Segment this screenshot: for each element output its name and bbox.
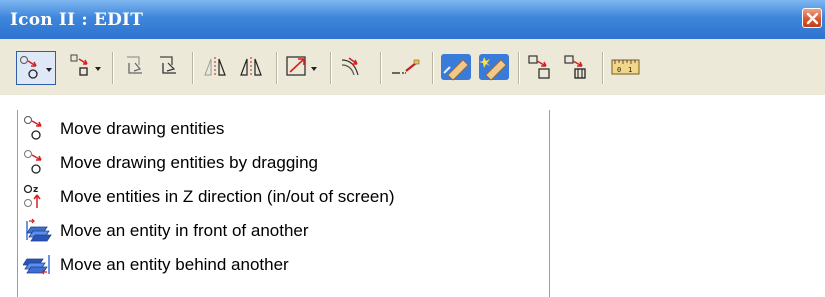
trim-button[interactable] (386, 51, 426, 85)
rotate-right-button[interactable] (152, 51, 186, 85)
edit-window: Icon II : EDIT 0 1 Move drawing entities… (0, 0, 825, 297)
menu-item-label: Move drawing entities (60, 119, 225, 138)
mirror-button[interactable] (198, 51, 234, 85)
toolbar-separator (330, 52, 332, 84)
toolbar-separator (112, 52, 114, 84)
menu-item-move-by-dragging[interactable]: Move drawing entities by dragging (18, 146, 549, 180)
offset-icon (341, 57, 359, 76)
offset-button[interactable] (336, 51, 372, 85)
move-entities-icon (20, 56, 52, 79)
rotate-left-icon (127, 56, 142, 74)
close-icon (806, 12, 819, 25)
explode-icon (564, 55, 586, 79)
menu-item-bring-to-front[interactable]: Move an entity in front of another (18, 214, 549, 248)
mirror-icon (204, 57, 226, 77)
copy-entities-button[interactable] (68, 51, 108, 85)
close-button[interactable] (802, 8, 822, 28)
window-title: Icon II : EDIT (10, 10, 144, 30)
group-icon (528, 55, 550, 79)
bring-to-front-icon (26, 218, 52, 242)
svg-text:z: z (33, 185, 38, 195)
toolbar-separator (602, 52, 604, 84)
menu-item-label: Move drawing entities by dragging (60, 153, 318, 172)
scale-icon (286, 56, 317, 76)
toolbar-separator (518, 52, 520, 84)
rotate-right-icon (160, 56, 176, 74)
toolbar: 0 1 (0, 39, 825, 95)
eraser-icon (441, 54, 471, 81)
toolbar-separator (276, 52, 278, 84)
measure-button[interactable]: 0 1 (608, 51, 644, 85)
explode-button[interactable] (560, 51, 596, 85)
menu-item-label: Move entities in Z direction (in/out of … (60, 187, 395, 206)
move-by-dragging-icon (24, 150, 42, 174)
move-dropdown-menu: Move drawing entities Move drawing entit… (17, 110, 550, 297)
move-drawing-entities-icon (24, 116, 42, 140)
menu-item-move-z-direction[interactable]: z Move entities in Z direction (in/out o… (18, 180, 549, 214)
menu-item-label: Move an entity in front of another (60, 221, 309, 240)
toolbar-separator (432, 52, 434, 84)
copy-entities-icon (70, 54, 101, 76)
trim-icon (392, 59, 420, 74)
menu-item-label: Move an entity behind another (60, 255, 289, 274)
title-bar[interactable]: Icon II : EDIT (0, 0, 825, 39)
group-button[interactable] (524, 51, 560, 85)
mirror-copy-button[interactable] (234, 51, 270, 85)
svg-text:0: 0 (617, 66, 621, 74)
move-entities-button[interactable] (16, 51, 56, 85)
eraser-new-button[interactable] (476, 51, 512, 85)
eraser-button[interactable] (438, 51, 474, 85)
mirror-copy-icon (240, 57, 262, 77)
menu-item-move-drawing-entities[interactable]: Move drawing entities (18, 112, 549, 146)
menu-item-send-to-back[interactable]: Move an entity behind another (18, 248, 549, 282)
svg-text:1: 1 (628, 66, 632, 74)
send-to-back-icon (23, 255, 50, 275)
toolbar-separator (192, 52, 194, 84)
measure-icon: 0 1 (611, 59, 640, 75)
move-z-direction-icon: z (23, 184, 41, 208)
toolbar-separator (380, 52, 382, 84)
scale-button[interactable] (282, 51, 324, 85)
eraser-new-icon (479, 54, 509, 81)
rotate-left-button[interactable] (118, 51, 152, 85)
